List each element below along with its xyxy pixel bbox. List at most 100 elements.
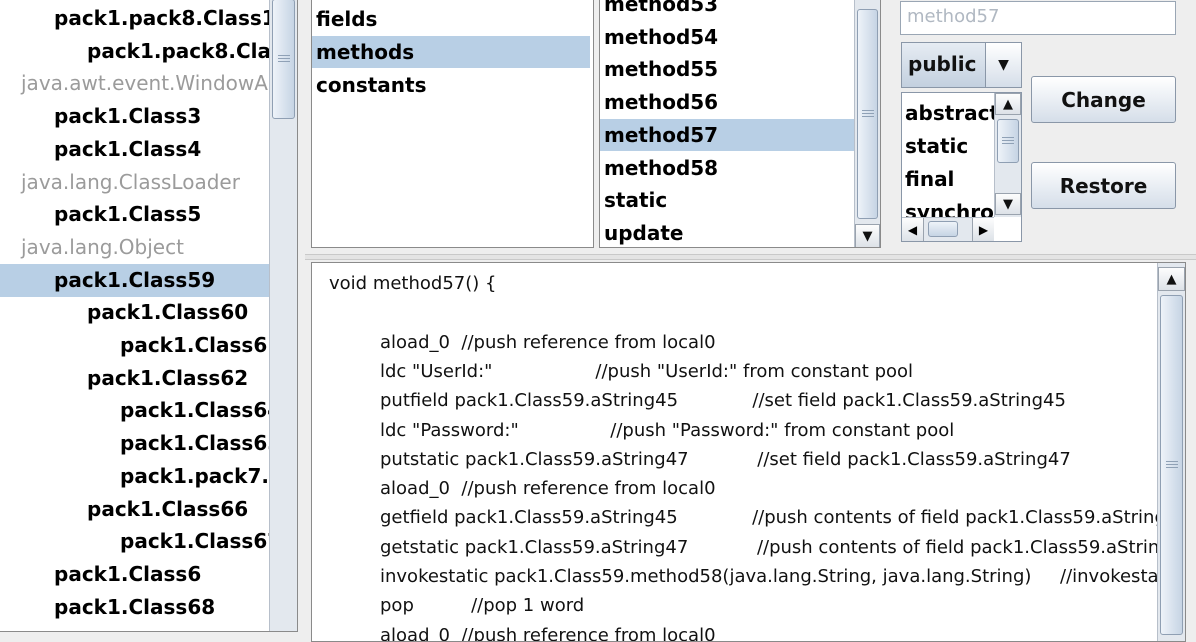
code-line: aload_0 //push reference from local0 xyxy=(380,478,716,500)
tree-item[interactable]: pack1.Class4 xyxy=(0,133,269,166)
scroll-up-button[interactable]: ▲ xyxy=(995,93,1021,115)
arrow-down-icon: ▼ xyxy=(862,228,873,244)
tree-item[interactable]: pack1.Class68 xyxy=(0,591,269,624)
tree-item[interactable]: pack1.Class65 xyxy=(0,427,281,460)
member-item[interactable]: method54 xyxy=(600,21,854,53)
member-name-value: method57 xyxy=(907,6,1000,27)
tree-item-label: pack1.Class6 xyxy=(54,561,202,586)
tree-item-label: pack1.Class61 xyxy=(120,333,282,357)
modifier-hscrollbar[interactable]: ◀ ▶ xyxy=(902,217,994,241)
tree-item-label: pack1.Class60 xyxy=(87,300,249,325)
tree-item-label: java.awt.event.WindowA xyxy=(21,71,268,96)
modifier-item[interactable]: abstract xyxy=(905,97,994,129)
tree-item[interactable]: java.awt.event.WindowA xyxy=(0,67,269,100)
grip-icon xyxy=(861,110,874,118)
code-line: putstatic pack1.Class59.aString47 //set … xyxy=(380,448,1071,470)
member-item[interactable]: method56 xyxy=(600,86,854,118)
tree-item[interactable]: pack1.Class5 xyxy=(0,198,269,231)
tree-item[interactable]: pack1.Class3 xyxy=(0,100,269,133)
splitter[interactable] xyxy=(305,254,1196,260)
arrow-left-icon: ◀ xyxy=(907,222,918,237)
tree-item[interactable]: pack1.Class60 xyxy=(0,296,269,329)
modifier-scrollbar-thumb[interactable] xyxy=(997,119,1019,163)
tree-scrollbar[interactable] xyxy=(269,0,297,631)
tree-item[interactable]: pack1.Class67 xyxy=(0,525,281,558)
modifier-list[interactable]: abstract static final synchro xyxy=(902,93,994,217)
access-combo[interactable]: public ▼ xyxy=(901,42,1022,88)
code-scrollbar-thumb[interactable] xyxy=(1160,295,1183,635)
tree-item[interactable]: pack1.Class64 xyxy=(0,394,281,427)
scroll-down-button[interactable]: ▼ xyxy=(855,224,880,247)
tree-item-label: pack1.Class4 xyxy=(54,136,202,161)
code-view-panel: void method57() { aload_0 //push referenc… xyxy=(311,262,1186,642)
tree-item[interactable]: pack1.pack8.Class1 xyxy=(0,2,276,35)
grip-icon xyxy=(1165,461,1178,469)
member-name-field[interactable]: method57 xyxy=(900,1,1176,35)
code-line: pop //pop 1 word xyxy=(380,595,585,617)
tree-item-label: pack1.Class59 xyxy=(54,267,216,292)
tree-item-label: pack1.Class5 xyxy=(54,202,202,227)
scroll-up-button[interactable]: ▲ xyxy=(1158,267,1185,291)
restore-button[interactable]: Restore xyxy=(1031,162,1176,209)
scroll-down-button[interactable]: ▼ xyxy=(995,193,1021,215)
tree-item[interactable]: java.lang.ClassLoader xyxy=(0,166,269,199)
class-tree-panel: pack1.pack8.Class1 pack1.pack8.Class java.… xyxy=(0,0,298,632)
code-line: void method57() { xyxy=(329,273,497,294)
tree-item[interactable]: pack1.Class61 xyxy=(0,329,281,362)
tree-item-label: pack1.Class68 xyxy=(54,594,216,619)
category-item[interactable]: constants xyxy=(312,69,590,101)
modifier-vscrollbar[interactable]: ▲ ▼ xyxy=(994,93,1021,217)
tree-item-label: pack1.Class64 xyxy=(120,398,282,423)
tree-item[interactable]: pack1.Class66 xyxy=(0,493,269,526)
category-list[interactable]: fields methods constants xyxy=(312,0,593,247)
tree-item[interactable]: pack1.Class62 xyxy=(0,362,269,395)
modifier-list-panel: abstract static final synchro ▲ ▼ ◀ ▶ xyxy=(901,92,1022,242)
code-line: ldc "Password:" //push "Password:" from … xyxy=(380,419,955,441)
combo-dropdown-button[interactable]: ▼ xyxy=(985,43,1021,87)
member-item[interactable]: method58 xyxy=(600,152,854,184)
category-item[interactable]: fields xyxy=(312,3,590,35)
tree-item[interactable]: pack1.pack8.Class xyxy=(0,35,295,68)
member-scrollbar-thumb[interactable] xyxy=(857,9,878,219)
tree-item-label: pack1.pack7.C xyxy=(120,463,284,488)
tree-item[interactable]: pack1.Class6 xyxy=(0,558,269,591)
bytecode-view: void method57() { aload_0 //push referenc… xyxy=(312,263,1157,641)
category-item[interactable]: methods xyxy=(312,36,590,68)
tree-item-label: pack1.pack8.Class xyxy=(87,38,295,63)
change-button[interactable]: Change xyxy=(1031,76,1176,123)
tree-item-label: pack1.Class67 xyxy=(120,529,282,554)
member-item[interactable]: method53 xyxy=(600,0,854,20)
grip-icon xyxy=(1002,137,1014,145)
member-scrollbar[interactable]: ▼ xyxy=(854,0,880,247)
tree-item[interactable]: java.lang.Object xyxy=(0,231,269,264)
tree-item[interactable]: pack1.pack7.C xyxy=(0,460,284,493)
code-line: getstatic pack1.Class59.aString47 //push… xyxy=(380,536,1157,558)
category-list-panel: fields methods constants xyxy=(311,0,594,248)
arrow-right-icon: ▶ xyxy=(978,222,989,237)
modifier-hscroll-thumb[interactable] xyxy=(928,221,958,237)
tree-item-label: java.lang.Object xyxy=(21,234,184,259)
scroll-left-button[interactable]: ◀ xyxy=(902,218,924,241)
arrow-down-icon: ▼ xyxy=(1003,196,1013,212)
tree-item-label: pack1.Class62 xyxy=(87,365,249,390)
tree-item-label: pack1.pack8.Class1 xyxy=(54,6,276,30)
grip-icon xyxy=(277,55,290,63)
member-item[interactable]: method57 xyxy=(600,118,854,151)
code-line: getfield pack1.Class59.aString45 //push … xyxy=(380,507,1157,529)
member-list[interactable]: method53 method54 method55 method56 method57… xyxy=(600,0,854,247)
scroll-right-button[interactable]: ▶ xyxy=(972,218,994,241)
modifier-item[interactable]: synchro xyxy=(905,196,994,217)
access-value: public xyxy=(908,52,977,76)
member-item[interactable]: method55 xyxy=(600,53,854,85)
code-line: invokestatic pack1.Class59.method58(java… xyxy=(380,566,1157,587)
member-item[interactable]: static xyxy=(600,184,854,216)
tree-item[interactable]: pack1.Class59 xyxy=(0,263,269,297)
class-tree[interactable]: pack1.pack8.Class1 pack1.pack8.Class java.… xyxy=(0,0,295,631)
tree-scrollbar-thumb[interactable] xyxy=(272,0,295,119)
member-item[interactable]: update xyxy=(600,217,854,247)
tree-item-label: java.lang.ClassLoader xyxy=(21,169,240,194)
code-scrollbar[interactable]: ▲ xyxy=(1157,263,1185,641)
tree-item-label: pack1.Class65 xyxy=(120,431,282,456)
modifier-item[interactable]: static xyxy=(905,130,968,162)
modifier-item[interactable]: final xyxy=(905,163,954,195)
